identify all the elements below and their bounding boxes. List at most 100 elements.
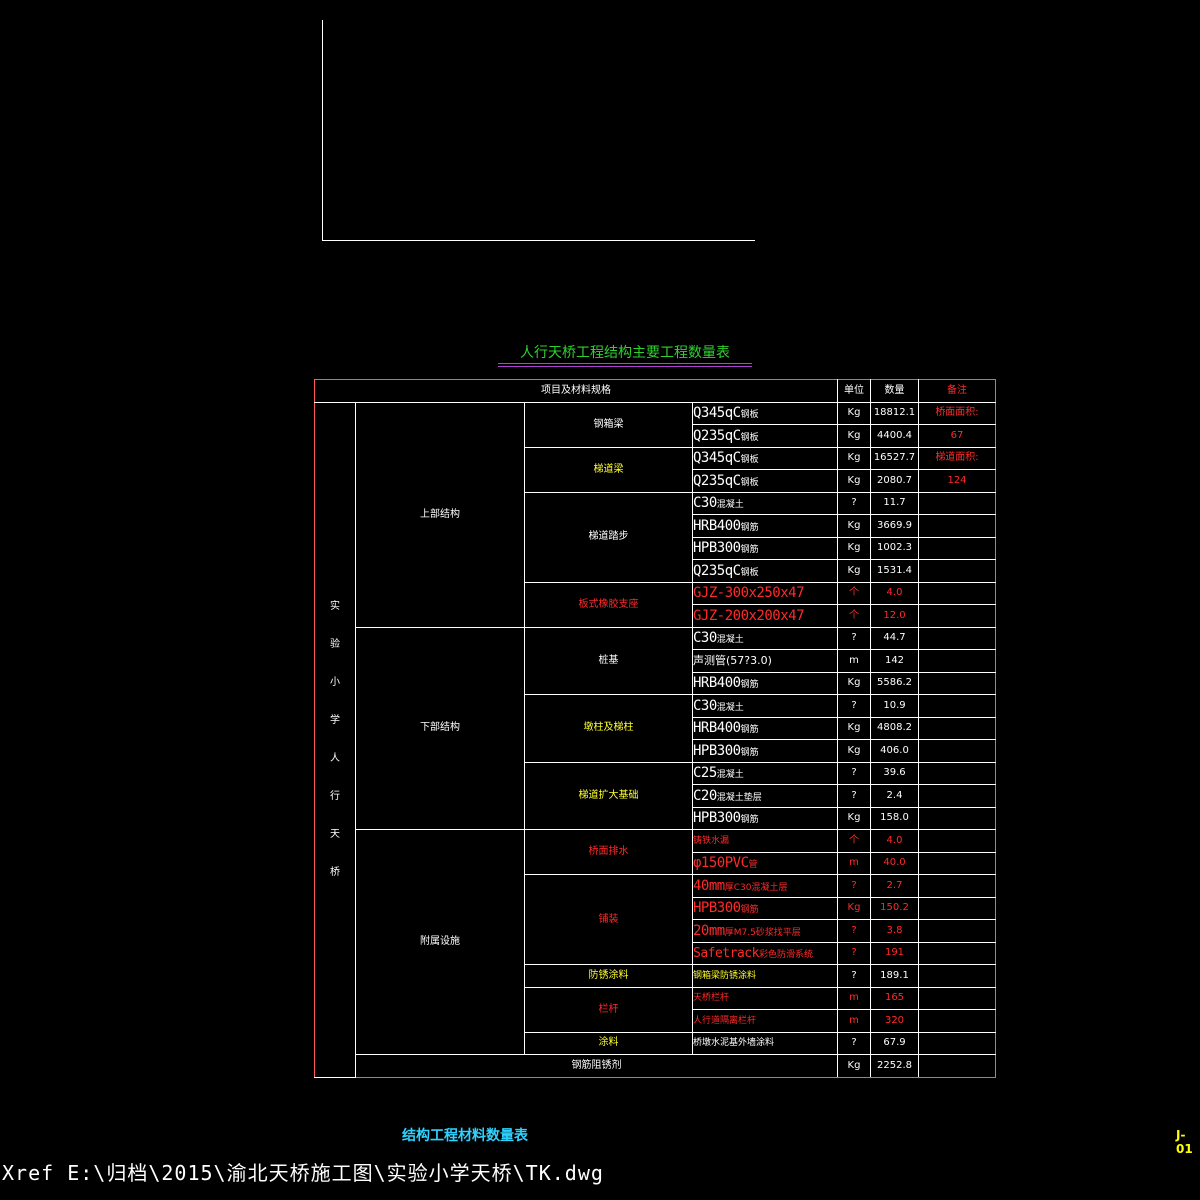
qty-cell: 320 (870, 1009, 919, 1033)
material-cell: HPB300钢筋 (692, 536, 838, 560)
sub-stair-spread-footing: 梯道扩大基础 (524, 761, 693, 830)
remark-cell (918, 649, 996, 673)
vertical-char: 桥 (330, 866, 340, 878)
table-row: 下部结构 桩基 C30混凝土 ? 44.7 (315, 626, 996, 830)
unit-cell: ? (837, 964, 871, 988)
unit-cell: ? (837, 761, 871, 785)
unit-cell: Kg (837, 806, 871, 830)
unit-cell: ? (837, 1031, 871, 1055)
remark-cell (918, 874, 996, 898)
remark-cell (918, 491, 996, 515)
material-cell: 声测管(57?3.0) (692, 649, 838, 673)
qty-cell: 67.9 (870, 1031, 919, 1055)
remark-cell (918, 919, 996, 943)
remark-cell (918, 761, 996, 785)
remark-cell (918, 1031, 996, 1055)
remark-cell (918, 964, 996, 988)
unit-cell: Kg (837, 716, 871, 740)
unit-cell: 个 (837, 829, 871, 853)
material-cell: 钢箱梁防锈涂料 (692, 964, 838, 988)
remark-cell (918, 896, 996, 920)
sub-pavement: 铺装 (524, 874, 693, 965)
table-row: 实 验 小 学 人 行 天 桥 上部结构 钢箱梁 Q345qC钢板 Kg 188… (314, 401, 996, 1078)
group-auxiliary-facilities: 附属设施 (355, 829, 525, 1055)
unit-cell: Kg (837, 424, 871, 448)
qty-cell: 10.9 (870, 694, 919, 718)
qty-cell: 4808.2 (870, 716, 919, 740)
material-cell: Q345qC钢板 (692, 401, 838, 425)
remark-cell (918, 941, 996, 965)
remark-cell (918, 986, 996, 1010)
qty-cell: 40.0 (870, 851, 919, 875)
group-upper-structure: 上部结构 (355, 401, 525, 628)
title-underline-second (498, 366, 752, 367)
remark-cell (918, 559, 996, 583)
vertical-char: 学 (330, 714, 340, 726)
material-cell: HRB400钢筋 (692, 514, 838, 538)
header-remark: 备注 (918, 379, 996, 403)
vertical-char: 行 (330, 790, 340, 802)
unit-cell: ? (837, 919, 871, 943)
material-cell: 20mm厚M7.5砂浆找平层 (692, 919, 838, 943)
remark-cell: 124 (918, 469, 996, 493)
material-cell: φ150PVC管 (692, 851, 838, 875)
material-cell: HPB300钢筋 (692, 896, 838, 920)
remark-cell (918, 671, 996, 695)
vertical-char: 人 (330, 752, 340, 764)
material-cell: HPB300钢筋 (692, 806, 838, 830)
table-header-row: 项目及材料规格 单位 数量 备注 (314, 379, 996, 403)
header-qty: 数量 (870, 379, 919, 403)
material-cell: Q235qC钢板 (692, 559, 838, 583)
qty-cell: 191 (870, 941, 919, 965)
unit-cell: ? (837, 874, 871, 898)
material-cell: HRB400钢筋 (692, 671, 838, 695)
material-cell: Q345qC钢板 (692, 446, 838, 470)
vertical-char: 验 (330, 638, 340, 650)
unit-cell: 个 (837, 604, 871, 628)
remark-cell (918, 1009, 996, 1033)
qty-cell: 2252.8 (870, 1054, 919, 1078)
qty-cell: 1002.3 (870, 536, 919, 560)
material-cell: Q235qC钢板 (692, 424, 838, 448)
remark-cell: 67 (918, 424, 996, 448)
qty-cell: 150.2 (870, 896, 919, 920)
xref-path-text: Xref E:\归档\2015\渝北天桥施工图\实验小学天桥\TK.dwg (2, 1161, 604, 1185)
vertical-char: 实 (330, 600, 340, 612)
material-cell: HPB300钢筋 (692, 739, 838, 763)
remark-cell (918, 806, 996, 830)
qty-cell: 39.6 (870, 761, 919, 785)
drawing-frame-vertical-line (322, 20, 323, 241)
unit-cell: Kg (837, 896, 871, 920)
drawing-frame-horizontal-line (322, 240, 755, 241)
material-cell: C30混凝土 (692, 626, 838, 650)
table-row: 附属设施 桥面排水 铸铁水漏 个 4.0 (315, 829, 996, 1055)
qty-cell: 165 (870, 986, 919, 1010)
qty-cell: 4400.4 (870, 424, 919, 448)
unit-cell: Kg (837, 536, 871, 560)
remark-cell (918, 514, 996, 538)
remark-cell (918, 784, 996, 808)
unit-cell: m (837, 1009, 871, 1033)
remark-cell (918, 694, 996, 718)
header-item: 项目及材料规格 (314, 379, 838, 403)
material-cell: 40mm厚C30混凝土层 (692, 874, 838, 898)
sub-pile-foundation: 桩基 (524, 626, 693, 695)
qty-cell: 18812.1 (870, 401, 919, 425)
group-lower-structure: 下部结构 (355, 626, 525, 830)
qty-cell: 11.7 (870, 491, 919, 515)
qty-cell: 3669.9 (870, 514, 919, 538)
sub-stair-girder: 梯道梁 (524, 446, 693, 493)
material-cell: C25混凝土 (692, 761, 838, 785)
unit-cell: m (837, 851, 871, 875)
material-cell: GJZ-200x200x47 (692, 604, 838, 628)
qty-cell: 16527.7 (870, 446, 919, 470)
qty-cell: 4.0 (870, 829, 919, 853)
unit-cell: Kg (837, 1054, 871, 1078)
sheet-number: J-01 (1176, 1128, 1193, 1156)
remark-cell (918, 604, 996, 628)
remark-cell (918, 626, 996, 650)
sub-antirust-coating: 防锈涂料 (524, 964, 693, 988)
unit-cell: Kg (837, 401, 871, 425)
remark-cell: 桥面面积: (918, 401, 996, 425)
unit-cell: Kg (837, 559, 871, 583)
